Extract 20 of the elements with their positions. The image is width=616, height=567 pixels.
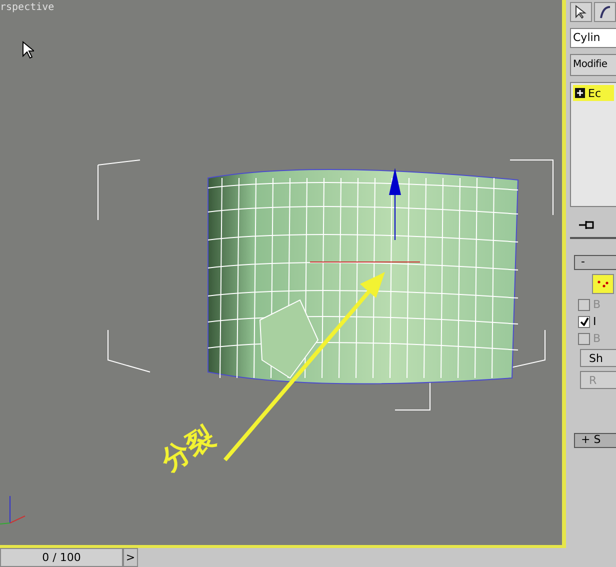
vertex-selection-icon[interactable] (592, 274, 614, 294)
expand-icon[interactable] (575, 88, 585, 98)
checkmark-icon (580, 317, 588, 326)
viewport-label: rspective (0, 2, 54, 13)
rollout-header[interactable]: - (574, 255, 616, 270)
modifier-stack-list[interactable]: Ec (570, 82, 616, 207)
pin-icon[interactable] (578, 220, 594, 230)
cursor-tab-icon[interactable] (570, 2, 592, 22)
stack-item[interactable]: Ec (573, 85, 614, 101)
rollout-header[interactable]: + S (574, 433, 616, 448)
next-frame-button[interactable]: > (123, 548, 138, 567)
arc-tab-icon[interactable] (594, 2, 616, 22)
annotation-text: 分裂 (154, 418, 222, 480)
axis-tripod-icon (0, 496, 26, 524)
modifier-list-dropdown[interactable]: Modifie (570, 54, 616, 76)
panel-button[interactable]: Sh (580, 349, 616, 367)
option-checkbox[interactable]: I (574, 315, 616, 328)
object-name-field[interactable]: Cylin (570, 28, 616, 48)
cursor-icon (22, 41, 34, 59)
frame-counter[interactable]: 0 / 100 (0, 548, 123, 567)
